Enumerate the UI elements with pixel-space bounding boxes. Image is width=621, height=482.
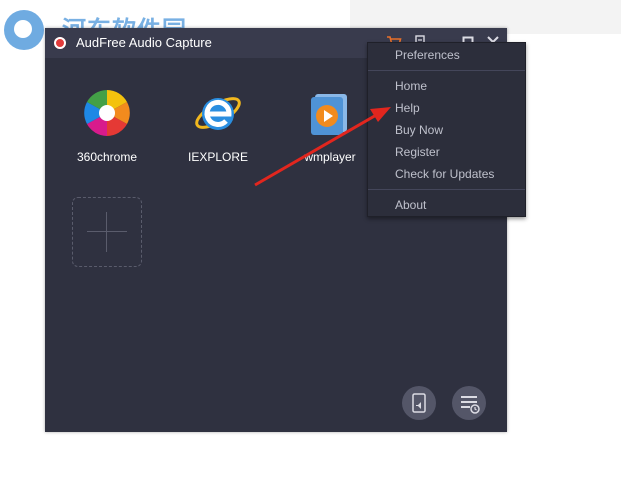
menu-item-buy-now[interactable]: Buy Now <box>395 123 443 137</box>
app-tile-360chrome[interactable]: 360chrome <box>67 88 147 164</box>
360chrome-icon <box>82 88 132 138</box>
menu-item-help[interactable]: Help <box>395 101 420 115</box>
menu-item-check-for-updates[interactable]: Check for Updates <box>395 167 494 181</box>
menu-item-home[interactable]: Home <box>395 79 427 93</box>
app-tile-wmplayer[interactable]: wmplayer <box>290 88 370 164</box>
dropdown-menu: Preferences Home Help Buy Now Register C… <box>367 42 526 217</box>
audio-format-button[interactable] <box>402 386 436 420</box>
menu-divider <box>368 70 525 71</box>
app-label: IEXPLORE <box>187 150 249 164</box>
menu-item-preferences[interactable]: Preferences <box>395 48 460 62</box>
app-label: wmplayer <box>304 150 356 164</box>
app-tile-iexplore[interactable]: IEXPLORE <box>178 88 258 164</box>
menu-divider <box>368 189 525 190</box>
menu-item-about[interactable]: About <box>395 198 426 212</box>
internet-explorer-icon <box>193 88 243 138</box>
watermark-logo <box>4 10 44 50</box>
menu-item-register[interactable]: Register <box>395 145 440 159</box>
app-label: 360chrome <box>76 150 138 164</box>
window-title: AudFree Audio Capture <box>76 35 212 50</box>
add-app-button[interactable] <box>72 197 142 267</box>
windows-media-player-icon <box>305 88 355 138</box>
history-list-button[interactable] <box>452 386 486 420</box>
app-logo-icon <box>54 37 66 49</box>
